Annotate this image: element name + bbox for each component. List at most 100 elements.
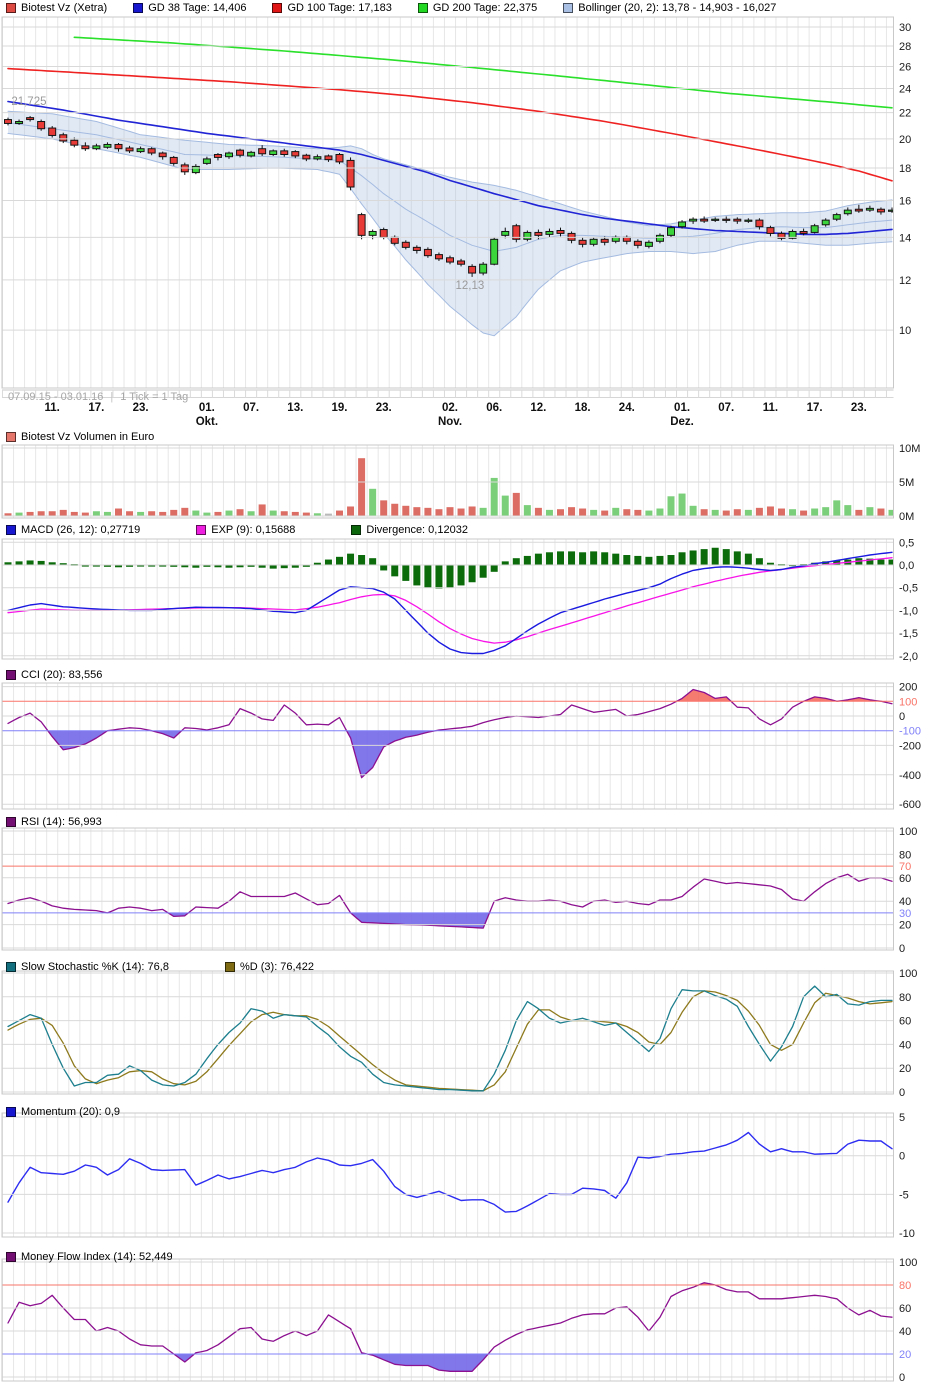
x-tick-label: 12. <box>530 402 546 414</box>
y-tick-price: 16 <box>899 195 911 207</box>
legend-swatch-icon <box>196 525 206 535</box>
y-tick-macd: -1,5 <box>899 628 918 640</box>
legend-swatch-icon <box>6 962 16 972</box>
legend-swatch-icon <box>6 432 16 442</box>
legend-item-macd-0: MACD (26, 12): 0,27719 <box>6 524 140 536</box>
legend-item-price-4: Bollinger (20, 2): 13,78 - 14,903 - 16,0… <box>563 2 776 14</box>
legend-swatch-icon <box>6 1107 16 1117</box>
legend-item-macd-1: EXP (9): 0,15688 <box>196 524 295 536</box>
legend-swatch-icon <box>6 670 16 680</box>
legend-label: GD 100 Tage: 17,183 <box>287 2 391 14</box>
x-tick-label: 11. <box>45 402 60 414</box>
legend-label: Biotest Vz Volumen in Euro <box>21 431 154 443</box>
legend-momentum: Momentum (20): 0,9 <box>6 1105 146 1119</box>
y-tick-price: 24 <box>899 84 911 96</box>
y-tick-cci: -600 <box>899 799 921 811</box>
x-tick-label: 07. <box>718 402 734 414</box>
y-tick-stoch: 60 <box>899 1016 911 1028</box>
tick-resolution-label: 1 Tick = 1 Tag <box>120 391 188 403</box>
y-tick-cci: -100 <box>899 726 921 738</box>
x-tick-label: 23. <box>376 402 392 414</box>
y-tick-stoch: 80 <box>899 992 911 1004</box>
legend-swatch-icon <box>418 3 428 13</box>
x-tick-label: 11. <box>763 402 778 414</box>
y-tick-price: 10 <box>899 325 911 337</box>
y-tick-price: 28 <box>899 41 911 53</box>
legend-swatch-icon <box>225 962 235 972</box>
y-tick-momentum: -10 <box>899 1228 915 1240</box>
legend-label: EXP (9): 0,15688 <box>211 524 295 536</box>
y-tick-mfi: 60 <box>899 1303 911 1315</box>
divider: | <box>110 391 113 403</box>
chart-canvas[interactable]: 302826242220181614121021,72512,1310M5M0M… <box>0 0 940 1390</box>
legend-label: Money Flow Index (14): 52,449 <box>21 1251 173 1263</box>
y-tick-rsi: 70 <box>899 861 911 873</box>
x-tick-label: 17. <box>807 402 823 414</box>
y-tick-cci: 200 <box>899 682 917 694</box>
y-tick-macd: -2,0 <box>899 651 918 663</box>
y-tick-rsi: 40 <box>899 896 911 908</box>
x-tick-label: 01. <box>199 402 215 414</box>
x-tick-label: 02. <box>442 402 458 414</box>
x-tick-label: 23. <box>133 402 149 414</box>
y-tick-macd: 0,5 <box>899 537 914 549</box>
y-tick-mfi: 100 <box>899 1257 917 1269</box>
x-tick-label: 18. <box>575 402 591 414</box>
y-tick-stoch: 20 <box>899 1063 911 1075</box>
legend-label: MACD (26, 12): 0,27719 <box>21 524 140 536</box>
y-tick-volume: 0M <box>899 511 914 523</box>
y-tick-macd: 0,0 <box>899 560 914 572</box>
legend-label: GD 200 Tage: 22,375 <box>433 2 537 14</box>
y-tick-stoch: 0 <box>899 1087 905 1099</box>
x-month-label: Dez. <box>670 416 694 428</box>
legend-swatch-icon <box>6 1252 16 1262</box>
x-tick-label: 23. <box>851 402 867 414</box>
legend-swatch-icon <box>563 3 573 13</box>
legend-label: RSI (14): 56,993 <box>21 816 102 828</box>
legend-item-momentum-0: Momentum (20): 0,9 <box>6 1106 120 1118</box>
y-tick-cci: -200 <box>899 740 921 752</box>
legend-swatch-icon <box>351 525 361 535</box>
legend-label: CCI (20): 83,556 <box>21 669 102 681</box>
legend-item-rsi-0: RSI (14): 56,993 <box>6 816 102 828</box>
legend-label: Slow Stochastic %K (14): 76,8 <box>21 961 169 973</box>
legend-item-stoch-1: %D (3): 76,422 <box>225 961 314 973</box>
legend-swatch-icon <box>6 817 16 827</box>
x-tick-label: 01. <box>674 402 690 414</box>
legend-item-price-2: GD 100 Tage: 17,183 <box>272 2 391 14</box>
y-tick-price: 30 <box>899 22 911 34</box>
legend-swatch-icon <box>6 525 16 535</box>
y-tick-mfi: 40 <box>899 1326 911 1338</box>
y-tick-cci: 0 <box>899 711 905 723</box>
y-tick-price: 20 <box>899 134 911 146</box>
legend-item-price-0: Biotest Vz (Xetra) <box>6 2 107 14</box>
y-tick-momentum: -5 <box>899 1189 909 1201</box>
legend-label: GD 38 Tage: 14,406 <box>148 2 246 14</box>
y-tick-cci: -400 <box>899 770 921 782</box>
legend-label: Divergence: 0,12032 <box>366 524 468 536</box>
x-tick-label: 07. <box>243 402 259 414</box>
y-tick-momentum: 0 <box>899 1151 905 1163</box>
y-tick-momentum: 5 <box>899 1112 905 1124</box>
legend-volume: Biotest Vz Volumen in Euro <box>6 430 180 444</box>
y-tick-price: 26 <box>899 61 911 73</box>
legend-stochastic: Slow Stochastic %K (14): 76,8 %D (3): 76,… <box>6 960 370 974</box>
y-tick-macd: -0,5 <box>899 583 918 595</box>
y-tick-mfi: 80 <box>899 1280 911 1292</box>
y-tick-stoch: 40 <box>899 1039 911 1051</box>
legend-cci: CCI (20): 83,556 <box>6 668 128 682</box>
x-tick-label: 24. <box>619 402 635 414</box>
y-tick-stoch: 100 <box>899 968 917 980</box>
x-tick-label: 06. <box>486 402 502 414</box>
legend-macd: MACD (26, 12): 0,27719 EXP (9): 0,15688 Di… <box>6 523 524 537</box>
x-month-label: Nov. <box>438 416 462 428</box>
price-annotation: 21,725 <box>11 96 46 108</box>
date-range-label: 07.09.15 - 03.01.16 <box>8 391 103 403</box>
y-tick-rsi: 30 <box>899 908 911 920</box>
x-tick-label: 19. <box>332 402 348 414</box>
legend-price: Biotest Vz (Xetra) GD 38 Tage: 14,406 GD 1… <box>6 1 802 15</box>
y-tick-rsi: 100 <box>899 826 917 838</box>
y-tick-rsi: 80 <box>899 849 911 861</box>
legend-item-cci-0: CCI (20): 83,556 <box>6 669 102 681</box>
x-axis-info: 07.09.15 - 03.01.16 | 1 Tick = 1 Tag <box>8 391 188 403</box>
